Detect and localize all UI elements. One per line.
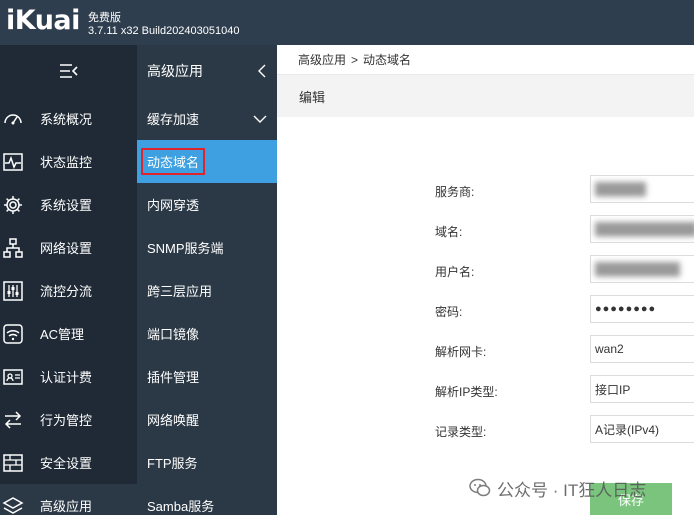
collapse-left-icon[interactable] [257,64,267,78]
provider-label: 服务商: [435,185,475,199]
sidebar-item-system-settings[interactable]: 系统设置 [0,183,137,226]
subnav-item-nat-traversal[interactable]: 内网穿透 [137,183,277,226]
subnav-header: 高级应用 [137,45,277,97]
sidebar-item-flow-control[interactable]: 流控分流 [0,269,137,312]
breadcrumb-current: 动态域名 [363,53,412,67]
provider-select[interactable]: ██████ [590,175,694,203]
subnav-item-label: SNMP服务端 [147,241,224,256]
subnav-item-port-mirror[interactable]: 端口镜像 [137,312,277,355]
sidebar-item-label: 流控分流 [40,284,93,299]
sidebar-item-label: 网络设置 [40,241,93,256]
subnav-item-layer3[interactable]: 跨三层应用 [137,269,277,312]
subnav-title: 高级应用 [147,63,203,79]
sidebar-item-network[interactable]: 网络设置 [0,226,137,269]
dashboard-icon [0,106,26,132]
record-type-label: 记录类型: [435,425,487,439]
sidebar-item-advanced[interactable]: 高级应用 [0,484,137,515]
panel-title: 编辑 [277,75,694,117]
arrows-exchange-icon [0,407,26,433]
form-row-record-type: 记录类型: A记录(IPv4) [277,415,694,445]
monitor-pulse-icon [0,149,26,175]
domain-input[interactable]: ████████████ [590,215,694,243]
ip-type-label: 解析IP类型: [435,385,498,399]
ikuai-logo[interactable]: iKuai [6,5,80,36]
form-row-username: 用户名: ██████████ [277,255,694,285]
domain-label: 域名: [435,225,463,239]
subnav-item-label: 动态域名 [141,148,206,175]
record-type-select[interactable]: A记录(IPv4) [590,415,694,443]
sidebar-item-label: 状态监控 [40,155,93,170]
interface-value: wan2 [595,342,624,356]
password-value: ●●●●●●●● [595,303,657,315]
primary-sidebar: 系统概况 状态监控 系统设置 网络设置 流控分流 AC管理 认证计费 行为管控 … [0,45,137,515]
sidebar-item-label: AC管理 [40,327,85,342]
subnav-item-label: FTP服务 [147,456,198,471]
form-row-domain: 域名: ████████████ [277,215,694,245]
sidebar-item-monitor[interactable]: 状态监控 [0,140,137,183]
sidebar-item-label: 行为管控 [40,413,93,428]
sidebar-item-label: 系统设置 [40,198,93,213]
sidebar-item-auth-billing[interactable]: 认证计费 [0,355,137,398]
top-bar: iKuai 免费版 3.7.11 x32 Build202403051040 [0,0,694,45]
sliders-icon [0,278,26,304]
breadcrumb: 高级应用 > 动态域名 [277,45,694,75]
sidebar-item-ac-management[interactable]: AC管理 [0,312,137,355]
version-label: 3.7.11 x32 Build202403051040 [88,25,240,37]
subnav-item-label: 跨三层应用 [147,284,213,299]
chevron-down-icon [253,115,267,123]
secondary-sidebar: 高级应用 缓存加速 动态域名 内网穿透 SNMP服务端 跨三层应用 端口镜像 插… [137,45,277,515]
breadcrumb-separator: > [351,52,359,67]
sidebar-item-label: 高级应用 [40,499,93,514]
subnav-item-wol[interactable]: 网络唤醒 [137,398,277,441]
sidebar-item-label: 安全设置 [40,456,93,471]
sidebar-item-label: 系统概况 [40,112,93,127]
subnav-item-snmp[interactable]: SNMP服务端 [137,226,277,269]
subnav-item-label: 缓存加速 [147,112,200,127]
layers-icon [0,493,26,515]
subnav-item-samba[interactable]: Samba服务 [137,484,277,515]
subnav-item-label: 网络唤醒 [147,413,200,428]
gear-icon [0,192,26,218]
sidebar-item-behavior-control[interactable]: 行为管控 [0,398,137,441]
wechat-icon [469,478,491,497]
form-row-password: 密码: ●●●●●●●● [277,295,694,325]
form-row-interface: 解析网卡: wan2 [277,335,694,365]
password-label: 密码: [435,305,463,319]
subnav-item-label: 端口镜像 [147,327,200,342]
breadcrumb-parent[interactable]: 高级应用 [298,51,346,68]
id-card-icon [0,364,26,390]
subnav-item-label: 插件管理 [147,370,200,385]
subnav-item-label: Samba服务 [147,499,215,514]
sidebar-toggle-button[interactable] [0,45,137,97]
subnav-item-label: 内网穿透 [147,198,200,213]
form-row-provider: 服务商: ██████ [277,175,694,205]
edition-label: 免费版 [88,12,121,24]
watermark: 公众号 · IT狂人日志 [469,474,646,502]
interface-select[interactable]: wan2 [590,335,694,363]
provider-value: ██████ [595,182,647,196]
sidebar-item-label: 认证计费 [40,370,93,385]
sidebar-item-security[interactable]: 安全设置 [0,441,137,484]
username-input[interactable]: ██████████ [590,255,694,283]
ip-type-value: 接口IP [595,382,631,397]
sidebar-item-overview[interactable]: 系统概况 [0,97,137,140]
subnav-item-plugins[interactable]: 插件管理 [137,355,277,398]
subnav-item-cache[interactable]: 缓存加速 [137,97,277,140]
subnav-item-ddns[interactable]: 动态域名 [137,140,277,183]
subnav-item-ftp[interactable]: FTP服务 [137,441,277,484]
password-input[interactable]: ●●●●●●●● [590,295,694,323]
firewall-icon [0,450,26,476]
network-topology-icon [0,235,26,261]
ip-type-select[interactable]: 接口IP [590,375,694,403]
username-value: ██████████ [595,262,681,276]
username-label: 用户名: [435,265,475,279]
watermark-text: 公众号 · IT狂人日志 [497,480,647,500]
menu-collapse-icon [59,64,78,78]
wifi-icon [0,321,26,347]
form-row-ip-type: 解析IP类型: 接口IP [277,375,694,405]
interface-label: 解析网卡: [435,345,487,359]
record-type-value: A记录(IPv4) [595,422,660,437]
domain-value: ████████████ [595,222,694,236]
main-content: 高级应用 > 动态域名 编辑 服务商: ██████ 域名: █████████… [277,45,694,515]
